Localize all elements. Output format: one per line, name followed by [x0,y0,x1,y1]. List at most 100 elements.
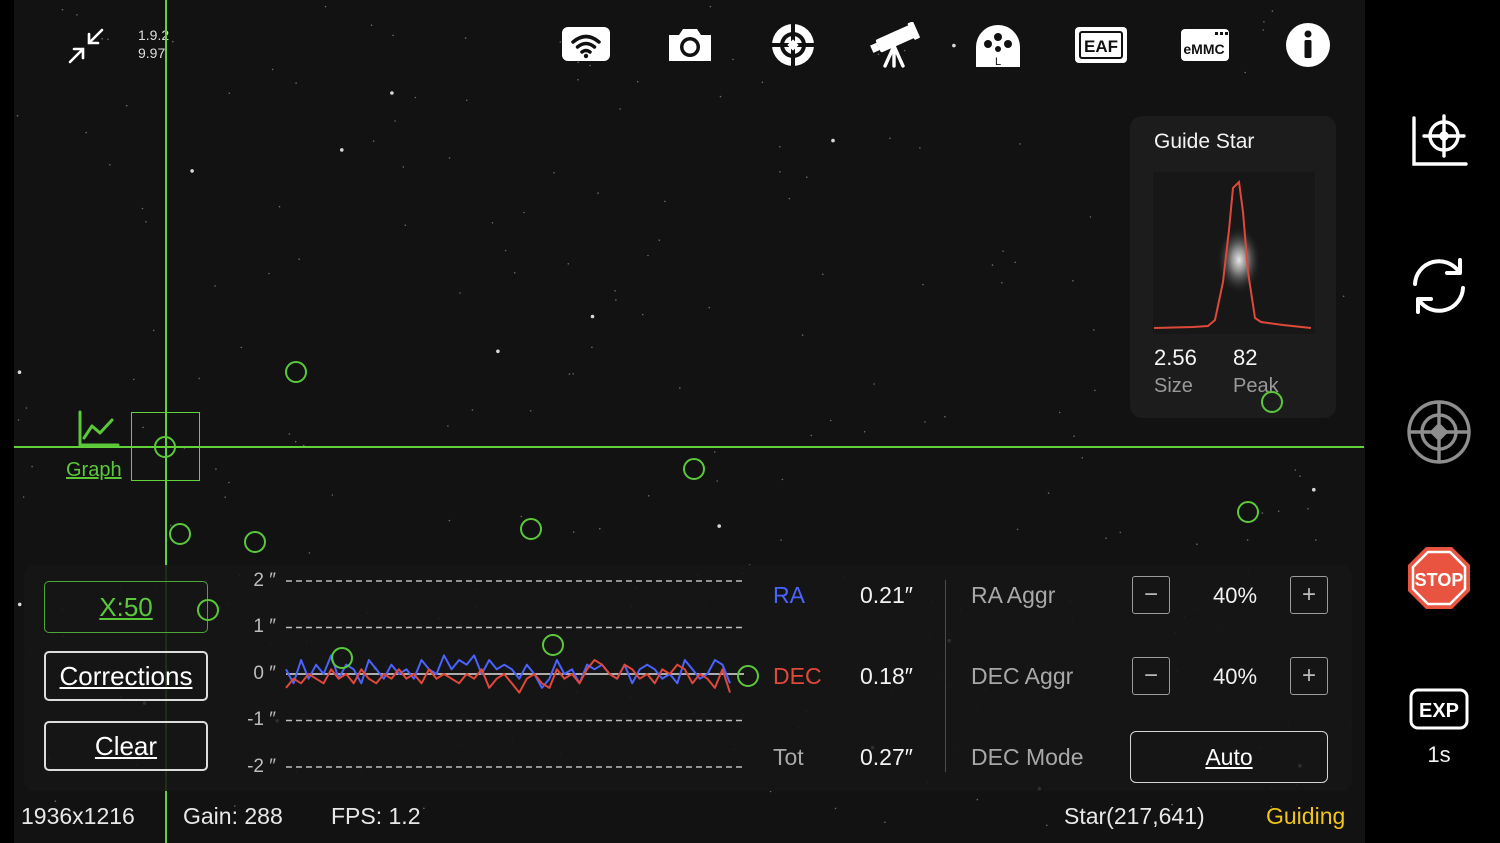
corrections-button[interactable]: Corrections [44,651,208,701]
background-star [448,157,451,159]
ra-aggr-decrease-button[interactable]: − [1132,576,1170,614]
filter-wheel-icon[interactable]: L [970,20,1026,70]
ra-aggr-value: 40% [1212,583,1258,608]
background-star [76,14,78,16]
background-star [788,197,791,200]
background-star [152,329,155,332]
background-star [779,145,781,148]
y-tick-label: -1 ″ [247,709,276,730]
guide-error-graph[interactable] [282,570,752,780]
background-star [1081,457,1084,459]
background-star [1196,543,1198,545]
dec-mode-label: DEC Mode [971,744,1084,770]
star-candidate-marker[interactable] [1261,391,1283,413]
background-star [1019,143,1021,145]
dec-value: 0.18″ [860,663,913,689]
star-candidate-marker[interactable] [331,647,353,669]
background-star [496,349,500,354]
background-star [224,496,226,499]
dec-mode-selector[interactable]: Auto [1130,731,1328,783]
background-star [553,172,555,174]
star-candidate-marker[interactable] [285,361,307,383]
star-candidate-marker[interactable] [169,523,191,545]
guide-star-marker[interactable] [154,436,176,458]
background-star [801,334,804,336]
background-star [1072,280,1074,282]
background-star [271,68,274,71]
star-position-status: Star(217,641) [1064,803,1205,829]
background-star [590,314,595,319]
star-candidate-marker[interactable] [244,531,266,553]
background-star [567,263,570,265]
background-star [464,37,467,39]
star-candidate-marker[interactable] [1237,501,1259,523]
background-star [779,171,781,173]
background-star [370,24,373,27]
background-star [1105,537,1107,539]
clear-button[interactable]: Clear [44,721,208,771]
exposure-icon[interactable]: EXP [1404,674,1474,744]
camera-icon[interactable] [662,20,718,70]
collapse-icon[interactable] [66,26,106,66]
background-star [1263,21,1265,23]
background-star [465,99,468,102]
guide-reticle-icon[interactable] [1404,397,1474,467]
background-star [822,273,824,276]
background-star [109,163,111,166]
background-star [85,131,87,134]
stop-icon[interactable]: STOP [1404,543,1474,613]
background-star [829,419,832,422]
background-star [459,292,461,294]
resolution-status: 1936x1216 [21,803,135,829]
background-star [278,205,281,208]
star-candidate-marker[interactable] [197,599,219,621]
tot-label: Tot [773,744,804,770]
info-icon[interactable] [1280,20,1336,70]
background-star [1342,295,1345,298]
background-star [1315,539,1317,541]
x-scale-button[interactable]: X:50 [44,581,208,633]
background-star [1262,29,1264,31]
background-star [1073,435,1075,438]
background-star [414,96,417,99]
background-star [228,92,231,94]
background-star [308,552,311,554]
star-candidate-marker[interactable] [737,665,759,687]
background-star [919,147,921,149]
background-star [31,465,33,468]
background-star [614,290,616,292]
background-star [732,58,734,61]
background-star [471,409,474,411]
eaf-icon[interactable]: EAF [1073,20,1129,70]
dec-aggr-decrease-button[interactable]: − [1132,657,1170,695]
background-star [873,383,875,385]
background-star [922,283,924,286]
exposure-value: 1s [1427,742,1451,767]
dec-aggr-increase-button[interactable]: + [1290,657,1328,695]
ra-aggr-increase-button[interactable]: + [1290,576,1328,614]
guide-star-profile [1153,172,1315,334]
star-candidate-marker[interactable] [542,634,564,656]
background-star [636,80,639,83]
graph-link[interactable]: Graph [66,459,122,482]
background-star [1244,71,1246,74]
background-star [619,108,621,110]
telescope-icon[interactable] [867,20,923,70]
guide-target-icon[interactable] [765,20,821,70]
emmc-icon[interactable]: eMMC [1177,20,1233,70]
y-tick-label: 2 ″ [253,570,276,591]
background-star [340,148,344,152]
calibrate-target-icon[interactable] [1404,102,1474,172]
background-star [22,496,25,498]
star-candidate-marker[interactable] [520,518,542,540]
refresh-icon[interactable] [1404,251,1474,321]
background-star [713,451,716,453]
dec-aggr-value: 40% [1212,664,1258,689]
series-line-dec [285,659,731,694]
wifi-icon[interactable] [558,20,614,70]
background-star [25,407,28,409]
fps-status: FPS: 1.2 [331,803,421,829]
graph-icon[interactable] [76,410,120,448]
star-candidate-marker[interactable] [683,458,705,480]
background-star [664,200,666,203]
